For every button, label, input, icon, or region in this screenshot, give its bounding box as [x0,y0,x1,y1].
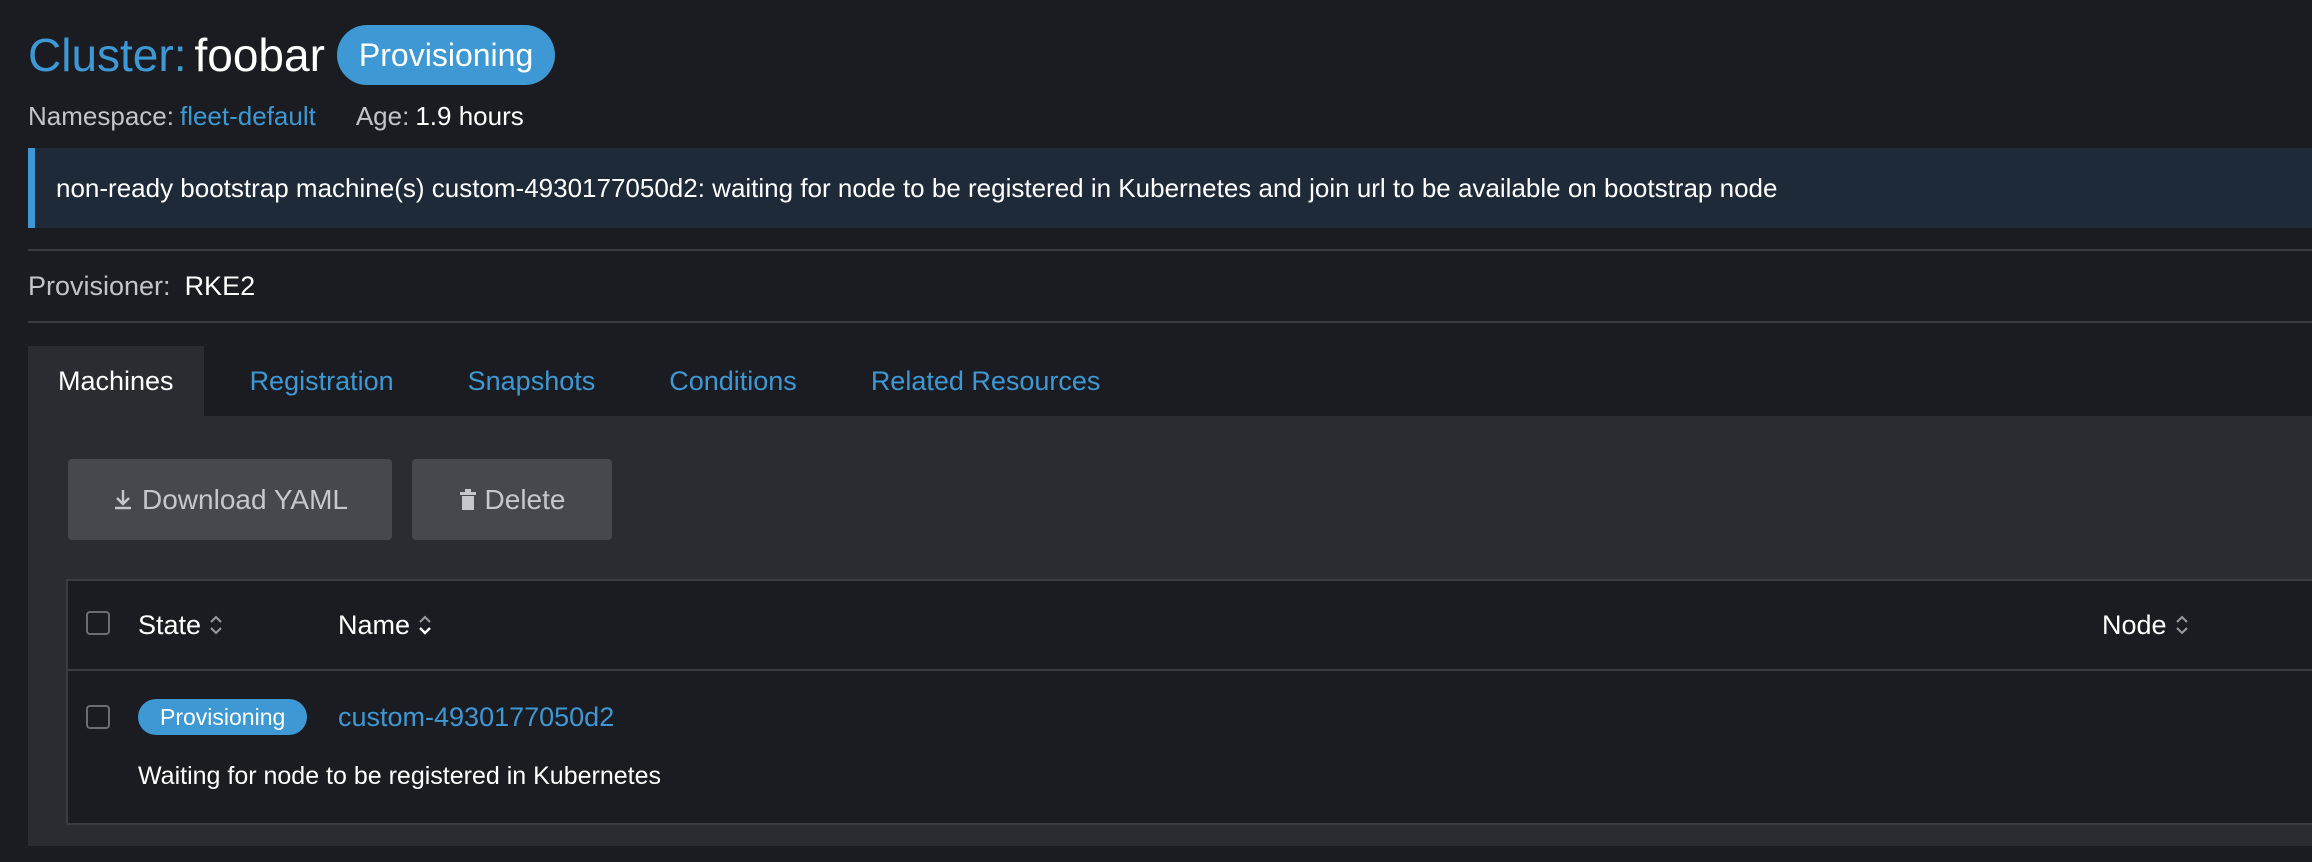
age-value: 1.9 hours [415,101,524,131]
divider [28,321,2312,323]
info-banner: non-ready bootstrap machine(s) custom-49… [28,148,2312,228]
tab-registration[interactable]: Registration [220,346,424,416]
select-all-checkbox[interactable] [86,611,110,635]
row-checkbox[interactable] [86,705,110,729]
column-header-node[interactable]: Node [2102,581,2189,669]
row-name-link[interactable]: custom-4930177050d2 [338,697,614,737]
meta-spacer [316,98,356,134]
tab-snapshots[interactable]: Snapshots [438,346,626,416]
provisioner-label: Provisioner: [28,271,171,301]
tab-label: Machines [58,365,174,396]
tab-bar: Machines Registration Snapshots Conditio… [28,346,2312,416]
cluster-detail-page: Cluster: foobar Provisioning Namespace: … [0,0,2312,862]
banner-message: non-ready bootstrap machine(s) custom-49… [56,172,1778,203]
column-label: Name [338,609,411,640]
download-icon [112,488,134,512]
tab-label: Conditions [669,365,797,396]
sort-icon [418,613,432,637]
namespace-label: Namespace: [28,101,174,131]
tab-label: Snapshots [467,365,596,396]
title-prefix: Cluster: [28,29,187,81]
tab-conditions[interactable]: Conditions [639,346,827,416]
delete-label: Delete [484,483,566,515]
divider [28,249,2312,251]
trash-icon [459,488,477,511]
status-badge: Provisioning [336,25,556,85]
download-yaml-button[interactable]: Download YAML [68,459,392,540]
age-label: Age: [355,101,410,131]
row-state-badge: Provisioning [138,699,308,735]
column-label: Node [2102,609,2167,640]
cluster-meta: Namespace: fleet-default Age: 1.9 hours [28,98,524,134]
table-header: State Name Node [68,581,2312,671]
tab-related-resources[interactable]: Related Resources [841,346,1131,416]
machines-panel: Download YAML Delete State Name Node Pro… [28,416,2312,846]
sort-icon [209,613,223,637]
tab-label: Related Resources [870,365,1101,396]
column-label: State [138,609,202,640]
machines-table: State Name Node Provisioning custom-4930… [66,579,2312,825]
tab-label: Registration [249,365,394,396]
delete-button[interactable]: Delete [412,459,612,540]
namespace-link[interactable]: fleet-default [180,98,316,134]
column-header-name[interactable]: Name [338,581,432,669]
row-description: Waiting for node to be registered in Kub… [138,762,661,790]
cluster-name: foobar [194,29,325,81]
download-yaml-label: Download YAML [142,483,348,515]
provisioner-row: Provisioner: RKE2 [28,268,255,304]
page-title: Cluster: foobar Provisioning [28,22,556,88]
provisioner-value: RKE2 [184,271,256,301]
column-header-state[interactable]: State [138,581,223,669]
tab-machines[interactable]: Machines [28,346,204,416]
sort-icon [2175,613,2189,637]
